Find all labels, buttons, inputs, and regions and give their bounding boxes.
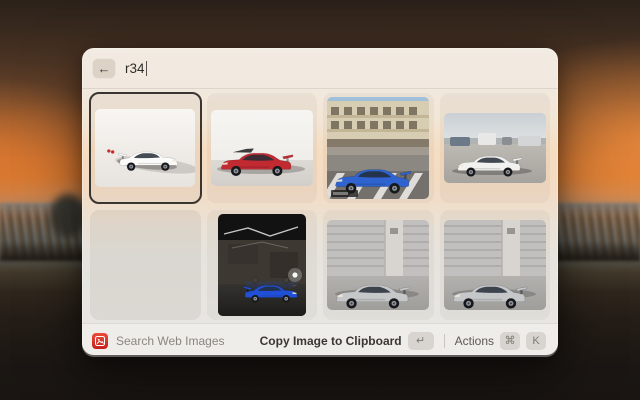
- k-key-badge: K: [526, 332, 546, 350]
- text-caret: [146, 61, 148, 76]
- image-result-tile[interactable]: [90, 93, 201, 203]
- back-button[interactable]: ←: [93, 59, 115, 78]
- image-result-tile[interactable]: [440, 210, 551, 320]
- command-key-badge: ⌘: [500, 332, 520, 350]
- return-key-badge: ↵: [408, 332, 434, 350]
- status-bar: Search Web Images Copy Image to Clipboar…: [82, 323, 558, 357]
- search-query-text: r34: [125, 61, 145, 76]
- result-photo-red-r34-studio: [211, 110, 313, 186]
- image-result-tile[interactable]: [440, 93, 551, 203]
- primary-action-label: Copy Image to Clipboard: [260, 334, 402, 348]
- result-photo-blue-r34-garage: [218, 214, 306, 316]
- wallpaper-bush: [50, 194, 86, 238]
- image-result-tile[interactable]: [323, 93, 434, 203]
- result-photo-silver-r34-shutter: [327, 220, 429, 310]
- copy-image-to-clipboard-button[interactable]: Copy Image to Clipboard ↵: [258, 330, 436, 352]
- result-photo-white-r34-lot: [444, 113, 546, 183]
- result-photo-blue-r34-street: [327, 97, 429, 199]
- web-images-icon: [92, 333, 108, 349]
- search-input[interactable]: r34: [125, 61, 147, 76]
- raycast-search-window: ← r34: [82, 48, 558, 355]
- image-result-tile[interactable]: [323, 210, 434, 320]
- search-bar: ← r34: [82, 48, 558, 89]
- actions-label: Actions: [455, 334, 494, 348]
- image-result-tile[interactable]: [207, 210, 318, 320]
- image-result-tile[interactable]: [207, 93, 318, 203]
- result-photo-white-r34-studio: [95, 109, 195, 187]
- image-result-tile-empty[interactable]: [90, 210, 201, 320]
- image-results-grid: [82, 89, 558, 323]
- actions-button[interactable]: Actions ⌘ K: [453, 330, 548, 352]
- result-photo-silver-r34-shutter: [444, 220, 546, 310]
- back-arrow-icon: ←: [98, 62, 111, 75]
- footer-divider: [444, 334, 445, 348]
- extension-name: Search Web Images: [116, 334, 225, 348]
